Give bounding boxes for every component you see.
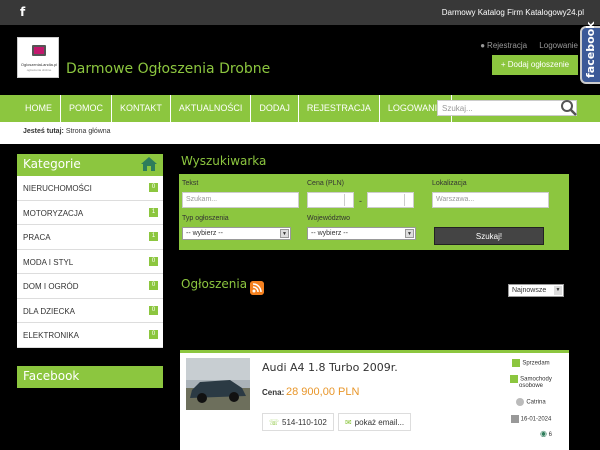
location-label: Lokalizacja [432,180,467,187]
nav-item-home[interactable]: HOME [17,95,61,122]
category-item[interactable]: NIERUCHOMOŚCI 0 [17,176,163,201]
logo-subtext: ogłoszenia drobne [26,68,52,72]
tag-icon [512,359,521,367]
search-panel-title: Wyszukiwarka [181,154,267,168]
content-area: Kategorie NIERUCHOMOŚCI 0 MOTORYZACJA 1 PR… [0,144,600,450]
site-logo[interactable]: OgloszeniaLandia.pl ogłoszenia drobne [17,37,59,78]
folder-icon [510,375,519,383]
listing-category: Samochody osobowe [498,375,564,389]
header: OgloszeniaLandia.pl ogłoszenia drobne Da… [0,25,600,95]
price-max-field[interactable] [367,192,414,208]
listings-title: Ogłoszenia [181,277,248,291]
facebook-icon[interactable]: f [20,5,25,19]
main-nav: HOME POMOC KONTAKT AKTUALNOŚCI DODAJ REJ… [0,95,600,122]
listing-views: ◉ 6 [540,429,552,438]
price-max-spinner[interactable] [404,194,412,206]
location-field[interactable]: Warszawa... [432,192,549,208]
search-icon[interactable] [560,99,578,117]
category-item[interactable]: DLA DZIECKA 0 [17,299,163,323]
chevron-down-icon: ▼ [280,229,289,238]
nav-item-add[interactable]: DODAJ [251,95,299,122]
category-count-badge: 0 [149,330,158,339]
breadcrumb-prefix: Jesteś tutaj: [23,128,64,135]
phone-button[interactable]: ☏ 514-110-102 [262,413,334,431]
listing-title[interactable]: Audi A4 1.8 Turbo 2009r. [262,361,398,374]
type-label: Typ ogłoszenia [182,215,229,222]
listing-price: 28 900,00 PLN [286,386,360,398]
categories-header: Kategorie [17,154,163,176]
category-item[interactable]: MODA I STYL 0 [17,250,163,274]
show-email-button[interactable]: ✉ pokaż email... [338,413,412,431]
text-label: Tekst [182,180,199,187]
listing-photo[interactable] [186,358,250,410]
category-count-badge: 0 [149,256,158,266]
nav-item-contact[interactable]: KONTAKT [112,95,171,122]
add-ad-button[interactable]: + Dodaj ogłoszenie [492,55,578,75]
region-select[interactable]: -- wybierz -- ▼ [307,227,416,240]
sort-select[interactable]: Najnowsze ▼ [508,284,564,297]
category-item[interactable]: MOTORYZACJA 1 [17,201,163,225]
user-links: ● Rejestracja Logowanie [470,41,578,50]
nav-item-news[interactable]: AKTUALNOŚCI [171,95,252,122]
facebook-box-title: Facebook [17,365,163,388]
type-select[interactable]: -- wybierz -- ▼ [182,227,291,240]
nav-item-register[interactable]: REJESTRACJA [299,95,380,122]
monitor-icon [32,45,46,56]
text-field[interactable]: Szukam... [182,192,299,208]
phone-icon: ☏ [269,418,280,427]
site-title[interactable]: Darmowe Ogłoszenia Drobne [66,61,270,77]
listing-date: 16-01-2024 [498,415,564,423]
category-count-badge: 0 [149,183,158,192]
facebook-side-tab[interactable]: facebook [580,22,600,84]
category-count-badge: 1 [149,207,158,217]
category-list: NIERUCHOMOŚCI 0 MOTORYZACJA 1 PRACA 1 MODA … [17,176,163,348]
chevron-down-icon: ▼ [554,286,562,295]
catalog-link[interactable]: Darmowy Katalog Firm Katalogowy24.pl [442,8,584,17]
categories-title: Kategorie [23,157,81,171]
category-item[interactable]: PRACA 1 [17,225,163,250]
price-separator: - [359,196,362,206]
listing-card[interactable]: Audi A4 1.8 Turbo 2009r. Cena: 28 900,00… [180,350,569,450]
region-label: Województwo [307,215,351,222]
user-icon [516,398,525,406]
logo-text: OgloszeniaLandia.pl [20,62,58,67]
main-column: Wyszukiwarka Tekst Szukam... Cena (PLN) … [179,154,569,450]
price-min-spinner[interactable] [344,194,352,206]
chevron-down-icon: ▼ [405,229,414,238]
breadcrumb-current[interactable]: Strona główna [66,128,111,135]
search-panel: Tekst Szukam... Cena (PLN) - Lokalizacja… [179,174,569,250]
category-item[interactable]: ELEKTRONIKA 0 [17,323,163,348]
rss-icon[interactable] [250,281,264,295]
nav-item-help[interactable]: POMOC [61,95,113,122]
listing-location: Catrina [498,398,564,406]
category-count-badge: 0 [149,305,158,315]
facebook-tab-label: facebook [584,21,597,79]
register-link[interactable]: Rejestracja [487,41,527,50]
top-bar: f Darmowy Katalog Firm Katalogowy24.pl [0,0,600,25]
login-link[interactable]: Logowanie [539,41,578,50]
envelope-icon: ✉ [345,418,352,427]
price-min-field[interactable] [307,192,354,208]
breadcrumb: Jesteś tutaj: Strona główna [0,122,600,144]
category-count-badge: 0 [149,281,158,290]
home-icon[interactable] [141,157,157,171]
price-label: Cena (PLN) [307,180,344,187]
category-count-badge: 1 [149,232,158,241]
listing-status: Sprzedam [498,359,564,367]
price-label: Cena: [262,388,285,397]
sidebar: Kategorie NIERUCHOMOŚCI 0 MOTORYZACJA 1 PR… [17,154,163,388]
category-item[interactable]: DOM I OGRÓD 0 [17,274,163,299]
search-input[interactable]: Szukaj... [437,100,577,116]
search-submit-button[interactable]: Szukaj! [434,227,544,245]
eye-icon: ◉ [540,429,547,438]
calendar-icon [510,415,519,423]
user-icon: ● [480,41,486,50]
